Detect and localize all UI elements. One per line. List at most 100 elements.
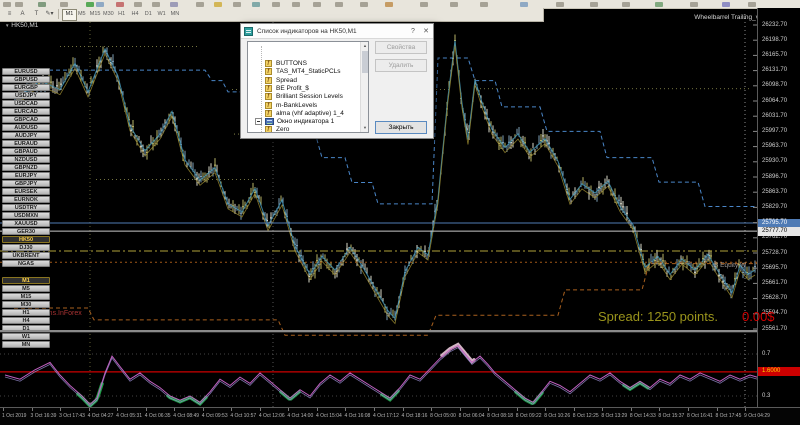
toolbar-icon[interactable] bbox=[292, 2, 300, 7]
indicator-item[interactable]: ƒ BUTTONS bbox=[248, 60, 368, 68]
symbol-button-audjpy[interactable]: AUDJPY bbox=[2, 132, 50, 139]
symbol-button-usdtry[interactable]: USDTRY bbox=[2, 204, 50, 211]
properties-button[interactable]: Свойства bbox=[375, 41, 427, 54]
toolbar-icon[interactable] bbox=[690, 2, 698, 7]
symbol-button-eurjpy[interactable]: EURJPY bbox=[2, 172, 50, 179]
scroll-up-icon[interactable]: ▲ bbox=[361, 42, 368, 50]
toolbar-icon[interactable] bbox=[622, 2, 630, 7]
symbol-button-usdcad[interactable]: USDCAD bbox=[2, 100, 50, 107]
toolbar-icon[interactable] bbox=[116, 2, 124, 7]
price-axis[interactable]: 26232.70 26198.70 26165.70 26131.70 26098.70… bbox=[757, 8, 800, 407]
toolbar-icon[interactable] bbox=[96, 2, 104, 7]
indicator-item[interactable]: ƒ BE Profit_$ bbox=[248, 84, 368, 93]
indicator-item[interactable]: Окно индикатора 1 bbox=[248, 118, 368, 126]
text-tool[interactable]: T bbox=[31, 9, 42, 19]
symbol-button-xauusd[interactable]: XAUUSD bbox=[2, 220, 50, 227]
symbol-button-eurcad[interactable]: EURCAD bbox=[2, 108, 50, 115]
toolbar-icon[interactable] bbox=[196, 2, 204, 7]
symbol-button-usdjpy[interactable]: USDJPY bbox=[2, 92, 50, 99]
close-button[interactable]: Закрыть bbox=[375, 121, 427, 134]
help-icon[interactable]: ? bbox=[407, 27, 419, 36]
indicator-item[interactable]: ƒ Spread bbox=[248, 76, 368, 85]
symbol-button-gbpcad[interactable]: GBPCAD bbox=[2, 116, 50, 123]
toolbar-icon[interactable] bbox=[38, 2, 46, 7]
symbol-button-usdmxn[interactable]: USDMXN bbox=[2, 212, 50, 219]
toolbar-icon[interactable] bbox=[60, 2, 68, 7]
symbol-button-eurnok[interactable]: EURNOK bbox=[2, 196, 50, 203]
indicator-item[interactable]: ƒ TAS_MT4_StaticPCLs bbox=[248, 68, 368, 76]
toolbar-icon[interactable] bbox=[3, 2, 11, 7]
pane-resize-divider[interactable] bbox=[0, 330, 800, 333]
symbol-button-eursek[interactable]: EURSEK bbox=[2, 188, 50, 195]
symbol-button-nzdusd[interactable]: NZDUSD bbox=[2, 156, 50, 163]
symbol-button-euraud[interactable]: EURAUD bbox=[2, 140, 50, 147]
symbol-button-gbpnzd[interactable]: GBPNZD bbox=[2, 164, 50, 171]
timeframe-button-mn[interactable]: MN bbox=[168, 9, 181, 19]
symbol-button-ngas[interactable]: NGAS bbox=[2, 260, 50, 267]
toolbar-icon[interactable] bbox=[335, 2, 343, 7]
timeframe-button-h4[interactable]: H4 bbox=[129, 9, 142, 19]
scrollbar[interactable]: ▲ ▼ bbox=[360, 42, 368, 132]
symbol-button-gbpjpy[interactable]: GBPJPY bbox=[2, 180, 50, 187]
indicator-item[interactable]: ƒ alma (vhf adaptive) 1_4 bbox=[248, 109, 368, 118]
scrollbar-thumb[interactable] bbox=[362, 51, 368, 73]
delete-button[interactable]: Удалить bbox=[375, 59, 427, 72]
symbol-button-ger30[interactable]: GER30 bbox=[2, 228, 50, 235]
toolbar-icon[interactable] bbox=[233, 2, 241, 7]
toolbar-icon[interactable] bbox=[385, 2, 393, 7]
toolbar-icon[interactable] bbox=[134, 2, 142, 7]
vline-tool[interactable]: A bbox=[17, 9, 28, 19]
symbol-button-gbpaud[interactable]: GBPAUD bbox=[2, 148, 50, 155]
collapse-icon[interactable] bbox=[255, 118, 262, 126]
symbol-button-eurgbp[interactable]: EURGBP bbox=[2, 84, 50, 91]
toolbar-icon[interactable] bbox=[655, 2, 663, 7]
timeframe-button-d1[interactable]: D1 bbox=[142, 9, 155, 19]
symbol-button-audusd[interactable]: AUDUSD bbox=[2, 124, 50, 131]
toolbar-icon[interactable] bbox=[214, 2, 222, 7]
tf-button-h4[interactable]: H4 bbox=[2, 317, 50, 324]
toolbar-icon[interactable] bbox=[590, 2, 598, 7]
indicator-item[interactable]: ƒ m-BankLevels bbox=[248, 101, 368, 110]
timeframe-button-w1[interactable]: W1 bbox=[155, 9, 168, 19]
toolbar-icon[interactable] bbox=[480, 2, 488, 7]
toolbar-icon[interactable] bbox=[556, 2, 564, 7]
tf-button-w1[interactable]: W1 bbox=[2, 333, 50, 340]
toolbar-icon[interactable] bbox=[420, 2, 428, 7]
tf-button-m5[interactable]: M5 bbox=[2, 285, 50, 292]
timeframe-button-m30[interactable]: M30 bbox=[102, 9, 115, 19]
time-axis[interactable]: 1 Oct 2019 3 Oct 16:39 3 Oct 17:43 4 Oct 04… bbox=[0, 407, 800, 425]
indicators-tree[interactable]: ƒ BUTTONS ƒ TAS_MT4_StaticPCLs ƒ Spread ƒ BE Pr… bbox=[247, 41, 369, 133]
toolbar-icon[interactable] bbox=[272, 2, 280, 7]
symbol-button-eurusd[interactable]: EURUSD bbox=[2, 68, 50, 75]
symbol-button-dj30[interactable]: DJ30 bbox=[2, 244, 50, 251]
symbol-button-gbpusd[interactable]: GBPUSD bbox=[2, 76, 50, 83]
close-icon[interactable]: ✕ bbox=[420, 27, 432, 36]
tf-button-m1[interactable]: M1 bbox=[2, 277, 50, 284]
toolbar-icon[interactable] bbox=[748, 2, 756, 7]
dialog-titlebar[interactable]: Список индикаторов на HK50,M1 ? ✕ bbox=[241, 24, 433, 39]
toolbar-icon[interactable] bbox=[313, 2, 321, 7]
tf-button-h1[interactable]: H1 bbox=[2, 309, 50, 316]
toolbar-icon[interactable] bbox=[86, 2, 94, 7]
tf-button-mn[interactable]: MN bbox=[2, 341, 50, 348]
toolbar-icon[interactable] bbox=[170, 2, 178, 7]
crosshair-tool[interactable]: ≡ bbox=[4, 9, 15, 19]
chart-symbol-label[interactable]: ▼ HK50,M1 bbox=[5, 22, 38, 29]
symbol-button-ukbrent[interactable]: UKBRENT bbox=[2, 252, 50, 259]
toolbar-icon[interactable] bbox=[15, 2, 23, 7]
toolbar-icon[interactable] bbox=[360, 2, 368, 7]
scroll-down-icon[interactable]: ▼ bbox=[361, 124, 368, 132]
symbol-button-hk50[interactable]: HK50 bbox=[2, 236, 50, 243]
timeframe-button-m15[interactable]: M15 bbox=[89, 9, 102, 19]
toolbar-icon[interactable] bbox=[152, 2, 160, 7]
tf-button-m15[interactable]: M15 bbox=[2, 293, 50, 300]
timeframe-button-m5[interactable]: M5 bbox=[75, 9, 88, 19]
indicator-item[interactable]: ƒ Brilliant Session Levels bbox=[248, 93, 368, 101]
toolbar-icon[interactable] bbox=[520, 2, 528, 7]
toolbar-icon[interactable] bbox=[252, 2, 260, 7]
toolbar-icon[interactable] bbox=[722, 2, 730, 7]
toolbar-icon[interactable] bbox=[450, 2, 458, 7]
shapes-tool[interactable]: ✎▾ bbox=[44, 9, 55, 19]
indicator-item[interactable]: ƒ Zero bbox=[248, 126, 368, 132]
timeframe-button-h1[interactable]: H1 bbox=[115, 9, 128, 19]
